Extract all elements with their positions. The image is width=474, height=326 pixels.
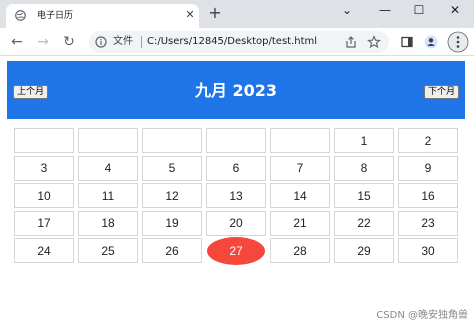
info-icon[interactable] bbox=[95, 36, 107, 48]
today-highlight: 27 bbox=[207, 236, 265, 265]
share-icon[interactable] bbox=[344, 35, 358, 49]
calendar-day-cell[interactable]: 4 bbox=[78, 155, 138, 181]
back-button[interactable]: ← bbox=[8, 33, 26, 51]
calendar-day-cell[interactable]: 16 bbox=[398, 183, 458, 208]
calendar-day-cell[interactable]: 29 bbox=[334, 238, 394, 263]
calendar-header: 上个月 九月 2023 下个月 bbox=[7, 61, 465, 119]
new-tab-button[interactable]: + bbox=[206, 4, 224, 22]
calendar-day-cell[interactable]: 26 bbox=[142, 238, 202, 263]
browser-tab[interactable]: 电子日历 ✕ bbox=[6, 4, 199, 28]
star-icon[interactable] bbox=[367, 35, 381, 49]
calendar-day-today[interactable]: 27 bbox=[206, 236, 266, 265]
more-menu-icon[interactable] bbox=[447, 31, 469, 53]
calendar-day-cell[interactable]: 14 bbox=[270, 183, 330, 208]
calendar-empty-cell bbox=[206, 128, 266, 153]
maximize-button[interactable]: ☐ bbox=[402, 0, 436, 20]
calendar-day-cell[interactable]: 20 bbox=[206, 210, 266, 236]
calendar-day-cell[interactable]: 28 bbox=[270, 238, 330, 263]
calendar-day-cell[interactable]: 25 bbox=[78, 238, 138, 263]
calendar-day-cell[interactable]: 15 bbox=[334, 183, 394, 208]
calendar-day-cell[interactable]: 17 bbox=[14, 210, 74, 236]
calendar-day-cell[interactable]: 3 bbox=[14, 155, 74, 181]
url-text[interactable]: C:/Users/12845/Desktop/test.html bbox=[147, 35, 317, 48]
calendar-week-row: 10 11 12 13 14 15 16 bbox=[14, 183, 462, 211]
tab-strip: 电子日历 ✕ + ⌄ — ☐ ✕ bbox=[0, 0, 474, 28]
forward-button[interactable]: → bbox=[34, 33, 52, 51]
calendar-day-cell[interactable]: 19 bbox=[142, 210, 202, 236]
calendar-day-cell[interactable]: 10 bbox=[14, 183, 74, 208]
profile-icon[interactable] bbox=[424, 35, 438, 49]
calendar-day-cell[interactable]: 2 bbox=[398, 128, 458, 153]
calendar-day-cell[interactable]: 18 bbox=[78, 210, 138, 236]
watermark: CSDN @晚安独角兽 bbox=[376, 310, 468, 321]
calendar-day-cell[interactable]: 6 bbox=[206, 155, 266, 181]
page-content: 上个月 九月 2023 下个月 1 2 3 4 5 6 7 8 9 10 11 12 13 14 15 16 1… bbox=[0, 57, 474, 326]
close-window-button[interactable]: ✕ bbox=[438, 0, 472, 20]
calendar-day-cell[interactable]: 24 bbox=[14, 238, 74, 263]
calendar-day-cell[interactable]: 11 bbox=[78, 183, 138, 208]
calendar-title: 九月 2023 bbox=[194, 81, 278, 100]
side-panel-icon[interactable] bbox=[400, 35, 414, 49]
calendar-grid: 1 2 3 4 5 6 7 8 9 10 11 12 13 14 15 16 17 18 19 20 21 22 23 24 2… bbox=[14, 128, 462, 266]
calendar-day-cell[interactable]: 7 bbox=[270, 155, 330, 181]
tab-title: 电子日历 bbox=[37, 11, 74, 21]
calendar-day-cell[interactable]: 8 bbox=[334, 155, 394, 181]
calendar-day-cell[interactable]: 5 bbox=[142, 155, 202, 181]
calendar-day-cell[interactable]: 30 bbox=[398, 238, 458, 263]
calendar-empty-cell bbox=[270, 128, 330, 153]
calendar-day-cell[interactable]: 21 bbox=[270, 210, 330, 236]
minimize-button[interactable]: — bbox=[368, 0, 402, 20]
file-scheme-label: 文件 bbox=[113, 36, 133, 47]
tab-search-icon[interactable]: ⌄ bbox=[330, 0, 364, 20]
calendar-day-cell[interactable]: 12 bbox=[142, 183, 202, 208]
calendar-empty-cell bbox=[78, 128, 138, 153]
calendar-day-cell[interactable]: 22 bbox=[334, 210, 394, 236]
globe-icon bbox=[15, 10, 26, 21]
address-bar[interactable]: 文件 C:/Users/12845/Desktop/test.html bbox=[89, 31, 389, 53]
next-month-button[interactable]: 下个月 bbox=[423, 85, 459, 99]
calendar-empty-cell bbox=[142, 128, 202, 153]
calendar-day-cell[interactable]: 1 bbox=[334, 128, 394, 153]
browser-toolbar: ← → ↻ 文件 C:/Users/12845/Desktop/test.htm… bbox=[0, 28, 474, 56]
calendar-week-row: 3456789 bbox=[14, 155, 462, 184]
calendar-week-row: 24 25 26 27 28 29 30 bbox=[14, 236, 462, 266]
calendar-empty-cell bbox=[14, 128, 74, 153]
calendar-day-cell[interactable]: 13 bbox=[206, 183, 266, 208]
calendar-week-row: 12 bbox=[14, 128, 462, 156]
calendar-day-cell[interactable]: 23 bbox=[398, 210, 458, 236]
calendar-day-cell[interactable]: 9 bbox=[398, 155, 458, 181]
tab-close-icon[interactable]: ✕ bbox=[183, 8, 197, 22]
omnibox-divider bbox=[141, 36, 142, 48]
calendar-week-row: 17 18 19 20 21 22 23 bbox=[14, 210, 462, 239]
reload-button[interactable]: ↻ bbox=[60, 33, 78, 51]
